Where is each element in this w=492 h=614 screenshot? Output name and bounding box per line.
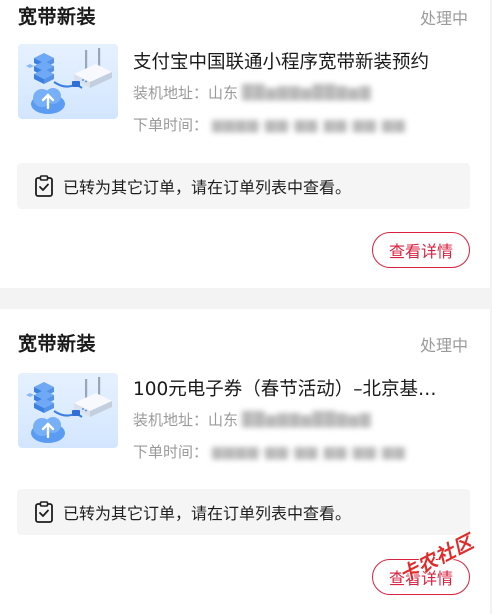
- order-title: 100元电子券（春节活动）–北京基…: [133, 379, 437, 400]
- order-type: 宽带新装: [18, 333, 97, 355]
- order-time-label: 下单时间：: [133, 116, 209, 134]
- notice-text: 已转为其它订单，请在订单列表中查看。: [63, 504, 352, 523]
- order-notice: 已转为其它订单，请在订单列表中查看。: [17, 489, 470, 535]
- install-address-value: 山东: [208, 411, 239, 429]
- redacted-time: ▆▆▆▆-▆▆-▆▆ ▆▆:▆▆:▆▆: [212, 443, 406, 460]
- order-status: 处理中: [419, 336, 468, 355]
- view-details-button[interactable]: 查看详情: [372, 559, 470, 595]
- notice-text: 已转为其它订单，请在订单列表中查看。: [63, 178, 352, 197]
- install-address-row: 装机地址： 山东 ██▆▇▇▆██▇▆▇: [133, 82, 371, 103]
- redacted-address: ██▆▇▇▆██▇▆▇: [242, 84, 372, 101]
- order-type: 宽带新装: [18, 6, 97, 28]
- redacted-time: ▆▆▆▆-▆▆-▆▆ ▆▆:▆▆:▆▆: [212, 116, 406, 133]
- router-broadband-icon: [18, 44, 118, 119]
- order-notice: 已转为其它订单，请在订单列表中查看。: [17, 163, 470, 209]
- install-address-label: 装机地址：: [133, 84, 209, 102]
- order-time-label: 下单时间：: [133, 443, 209, 461]
- order-time-row: 下单时间： ▆▆▆▆-▆▆-▆▆ ▆▆:▆▆:▆▆: [133, 441, 406, 462]
- install-address-row: 装机地址： 山东 ██▆▇▇▆██▇▆▇: [133, 409, 371, 430]
- view-details-button[interactable]: 查看详情: [372, 232, 470, 268]
- order-time-row: 下单时间： ▆▆▆▆-▆▆-▆▆ ▆▆:▆▆:▆▆: [133, 114, 406, 135]
- router-broadband-icon: [18, 373, 118, 448]
- clipboard-check-icon: [35, 175, 53, 197]
- install-address-value: 山东: [208, 84, 239, 102]
- order-card: 宽带新装 处理中: [0, 0, 490, 288]
- clipboard-check-icon: [35, 501, 53, 523]
- install-address-label: 装机地址：: [133, 411, 209, 429]
- order-card: 宽带新装 处理中: [0, 309, 490, 614]
- order-status: 处理中: [419, 9, 468, 28]
- redacted-address: ██▆▇▇▆██▇▆▇: [242, 411, 372, 428]
- order-title: 支付宝中国联通小程序宽带新装预约: [133, 52, 430, 73]
